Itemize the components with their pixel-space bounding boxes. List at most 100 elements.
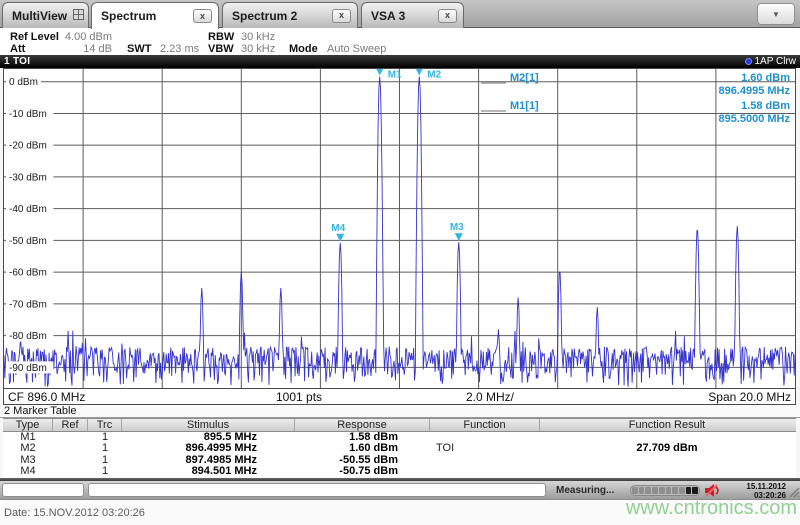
cell: [53, 466, 88, 477]
marker-table-header: Type Ref Trc Stimulus Response Function Functi…: [3, 418, 796, 432]
progress-segment: [652, 487, 658, 494]
swt-label: SWT: [127, 43, 152, 55]
tab-spectrum-label: Spectrum: [101, 9, 157, 23]
tab-bar: MultiView Spectrum x Spectrum 2 x VSA 3 …: [0, 0, 800, 29]
rbw-value[interactable]: 30 kHz: [241, 31, 275, 43]
mhz-per-div: 2.0 MHz/: [466, 390, 515, 404]
svg-text:M2[1]: M2[1]: [510, 72, 539, 84]
vbw-value[interactable]: 30 kHz: [241, 43, 275, 55]
tab-vsa3[interactable]: VSA 3 x: [361, 2, 464, 28]
column-header-type: Type: [3, 419, 53, 431]
marker-row-m3[interactable]: M3 1 897.4985 MHz -50.55 dBm: [3, 453, 796, 466]
svg-text:M3: M3: [450, 222, 464, 233]
svg-text:-40 dBm: -40 dBm: [9, 204, 47, 215]
progress-segment: [645, 487, 652, 494]
grid-icon: [73, 7, 85, 25]
sweep-points: 1001 pts: [276, 390, 323, 404]
cell: M2: [20, 442, 36, 455]
trace-tag[interactable]: 1AP Clrw: [744, 56, 796, 67]
cell: [53, 443, 88, 454]
rbw-label: RBW: [208, 31, 235, 43]
svg-text:-50 dBm: -50 dBm: [9, 236, 47, 247]
cell: M4: [20, 464, 36, 477]
progress-segment: [692, 487, 699, 494]
progress-segment: [632, 487, 638, 494]
cell: M3: [20, 453, 36, 466]
svg-text:M4: M4: [331, 223, 345, 234]
svg-text:-20 dBm: -20 dBm: [9, 141, 47, 152]
cell: 897.4985 MHz: [185, 453, 257, 466]
ref-level-value[interactable]: 4.00 dBm: [58, 31, 112, 43]
cell: 1.60 dBm: [349, 442, 398, 455]
cell: [540, 466, 794, 477]
svg-text:1.60 dBm: 1.60 dBm: [741, 72, 790, 84]
cell: [430, 455, 540, 466]
bottom-strip: Date: 15.NOV.2012 03:20:26 www.cntronics…: [0, 497, 800, 525]
mode-value[interactable]: Auto Sweep: [327, 43, 386, 55]
analyzer-screen: MultiView Spectrum x Spectrum 2 x VSA 3 …: [0, 0, 800, 525]
svg-text:-10 dBm: -10 dBm: [9, 109, 47, 120]
cell: 894.501 MHz: [191, 464, 257, 477]
tab-spectrum[interactable]: Spectrum x: [91, 2, 219, 29]
column-header-trc: Trc: [88, 419, 122, 431]
watermark: www.cntronics.com: [625, 497, 797, 519]
tab-multiview[interactable]: MultiView: [2, 2, 89, 28]
column-header-function: Function: [430, 419, 540, 431]
cell: 896.4995 MHz: [185, 442, 257, 455]
svg-text:-60 dBm: -60 dBm: [9, 268, 47, 279]
tab-overflow-button[interactable]: ▼: [757, 3, 795, 25]
chevron-down-icon: ▼: [772, 9, 780, 19]
statusbar-date: 15.11.2012: [746, 482, 786, 491]
swt-value[interactable]: 2.23 ms: [160, 43, 199, 55]
mode-label: Mode: [289, 43, 318, 55]
spectrum-plot[interactable]: 0 dBm -10 dBm -20 dBm -30 dBm -40 dBm -50 dBm…: [3, 68, 796, 389]
svg-text:M1[1]: M1[1]: [510, 100, 539, 112]
cell: -50.55 dBm: [339, 453, 398, 466]
vbw-label: VBW: [208, 43, 234, 55]
progress-segment: [685, 487, 692, 494]
measuring-label: Measuring...: [556, 485, 615, 496]
marker-row-m2[interactable]: M2 1 896.4995 MHz 1.60 dBm TOI 27.709 dBm: [3, 443, 796, 454]
tab-spectrum2-close-icon[interactable]: x: [332, 8, 351, 23]
cell: 27.709 dBm: [636, 442, 698, 455]
cell: TOI: [436, 442, 455, 455]
tab-spectrum2[interactable]: Spectrum 2 x: [222, 2, 358, 28]
status-field-message[interactable]: [88, 483, 546, 497]
status-field-small[interactable]: [2, 483, 84, 497]
att-value[interactable]: 14 dB: [58, 43, 112, 55]
trace-dot-icon: [744, 58, 752, 65]
cell: [53, 455, 88, 466]
marker-table-title: 2 Marker Table: [0, 405, 800, 418]
marker-row-m4[interactable]: M4 1 894.501 MHz -50.75 dBm: [3, 464, 796, 477]
svg-text:-70 dBm: -70 dBm: [9, 299, 47, 310]
svg-text:-30 dBm: -30 dBm: [9, 172, 47, 183]
cell: [430, 466, 540, 477]
column-header-ref: Ref: [53, 419, 88, 431]
tab-spectrum-close-icon[interactable]: x: [193, 9, 212, 23]
svg-text:896.4995 MHz: 896.4995 MHz: [718, 85, 790, 97]
cell: [53, 432, 88, 443]
progress-segment: [658, 487, 665, 494]
screenshot-date-label: Date: 15.NOV.2012 03:20:26: [4, 507, 145, 519]
progress-segment: [665, 487, 672, 494]
spectrum-trace-svg: 0 dBm -10 dBm -20 dBm -30 dBm -40 dBm -50 dBm…: [4, 69, 795, 388]
span-value[interactable]: Span 20.0 MHz: [708, 390, 791, 404]
settings-header: Ref Level 4.00 dBm Att 14 dB SWT 2.23 ms…: [0, 28, 800, 68]
cell: [540, 455, 794, 466]
tab-vsa3-close-icon[interactable]: x: [438, 8, 457, 23]
progress-segment: [672, 487, 678, 494]
att-label: Att: [10, 43, 26, 55]
column-header-function-result: Function Result: [628, 419, 706, 431]
svg-text:1.58 dBm: 1.58 dBm: [741, 100, 790, 112]
svg-text:895.5000 MHz: 895.5000 MHz: [718, 113, 790, 125]
column-header-response: Response: [295, 419, 430, 431]
center-frequency[interactable]: CF 896.0 MHz: [8, 390, 85, 404]
cell: 1: [101, 453, 109, 466]
svg-text:M2: M2: [427, 70, 441, 81]
window-title-bar: 1 TOI 1AP Clrw: [0, 55, 800, 68]
svg-text:-90 dBm: -90 dBm: [9, 363, 47, 374]
x-axis-footer: CF 896.0 MHz 1001 pts 2.0 MHz/ Span 20.0…: [3, 389, 796, 405]
progress-segment: [638, 487, 645, 494]
tab-spectrum2-label: Spectrum 2: [232, 8, 298, 23]
marker-table-body: M1 1 895.5 MHz 1.58 dBm M2 1 896.4995 MHz 1.60 …: [3, 432, 796, 477]
